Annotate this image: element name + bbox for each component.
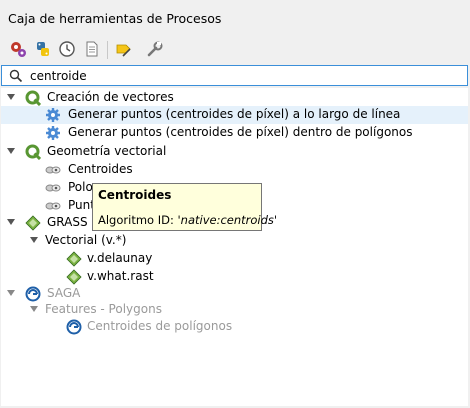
tree-group-creacion-vectores[interactable]: Creación de vectores (1, 89, 468, 107)
tree-item-label: Punt (68, 198, 95, 212)
grass-algorithm-icon (66, 269, 82, 285)
tree-item-label: v.what.rast (87, 269, 154, 283)
tree-item-generar-puntos-linea[interactable]: Generar puntos (centroides de píxel) a l… (1, 106, 468, 124)
search-box[interactable] (1, 65, 468, 86)
algorithm-gear-icon (46, 126, 60, 140)
vector-centroid-icon (45, 202, 61, 210)
panel-titlebar: Caja de herramientas de Procesos (0, 0, 470, 36)
tree-group-vectorial-v[interactable]: Vectorial (v.*) (1, 232, 468, 250)
tree-item-label: Generar puntos (centroides de píxel) a l… (68, 107, 401, 121)
saga-algorithm-icon (66, 319, 82, 335)
tooltip-id-prefix: Algoritmo ID: (98, 213, 178, 227)
tree-group-label: SAGA (47, 286, 81, 300)
algorithm-tree[interactable]: Creación de vectores Generar puntos (cen… (1, 88, 468, 406)
saga-provider-icon (25, 286, 41, 302)
expanded-arrow-icon[interactable] (7, 147, 15, 155)
toolbar-separator (107, 41, 108, 59)
vector-centroid-icon (45, 184, 61, 192)
panel-title: Caja de herramientas de Procesos (8, 11, 222, 26)
search-input[interactable] (30, 67, 460, 84)
expanded-arrow-icon[interactable] (7, 93, 15, 101)
algorithm-tooltip: Centroides Algoritmo ID: 'native:centroi… (92, 183, 277, 231)
tooltip-algorithm-id: Algoritmo ID: 'native:centroids' (98, 213, 277, 227)
history-clock-icon[interactable] (57, 39, 77, 59)
tree-group-label: Creación de vectores (47, 90, 174, 104)
expanded-arrow-icon[interactable] (30, 236, 38, 244)
tree-group-label: Geometría vectorial (47, 144, 167, 158)
tree-item-centroides[interactable]: Centroides (1, 161, 468, 179)
expanded-arrow-icon[interactable] (30, 305, 38, 313)
tree-item-label: Centroides (68, 162, 133, 176)
qgis-provider-icon (25, 144, 41, 160)
edit-features-icon[interactable] (114, 39, 134, 59)
python-icon[interactable] (33, 39, 53, 59)
grass-provider-icon (25, 215, 41, 231)
expanded-arrow-icon[interactable] (7, 218, 15, 226)
results-viewer-icon[interactable] (82, 39, 102, 59)
tree-item-centroides-poligonos[interactable]: Centroides de polígonos (1, 318, 468, 336)
algorithm-gear-icon (46, 108, 60, 122)
tree-group-label: Vectorial (v.*) (45, 233, 127, 247)
qgis-provider-icon (25, 90, 41, 106)
models-gear-icon[interactable] (8, 39, 28, 59)
options-wrench-icon[interactable] (145, 39, 165, 59)
tree-group-geometria-vectorial[interactable]: Geometría vectorial (1, 143, 468, 161)
tree-group-features-polygons[interactable]: Features - Polygons (1, 301, 468, 319)
expanded-arrow-icon[interactable] (7, 289, 15, 297)
tooltip-title: Centroides (98, 188, 172, 202)
toolbar (0, 37, 470, 63)
tree-item-generar-puntos-poligonos[interactable]: Generar puntos (centroides de píxel) den… (1, 124, 468, 142)
tree-item-label: Polo (68, 180, 93, 194)
tree-group-label: GRASS (47, 215, 88, 229)
tree-item-v-what-rast[interactable]: v.what.rast (1, 268, 468, 286)
tree-item-v-delaunay[interactable]: v.delaunay (1, 250, 468, 268)
tree-group-label: Features - Polygons (45, 302, 162, 316)
tree-item-label: Centroides de polígonos (87, 319, 233, 333)
tree-item-label: v.delaunay (87, 251, 153, 265)
vector-centroid-icon (45, 166, 61, 174)
grass-algorithm-icon (66, 251, 82, 267)
tree-item-label: Generar puntos (centroides de píxel) den… (68, 125, 413, 139)
tooltip-id-value: 'native:centroids' (177, 213, 278, 227)
search-icon (9, 69, 23, 86)
